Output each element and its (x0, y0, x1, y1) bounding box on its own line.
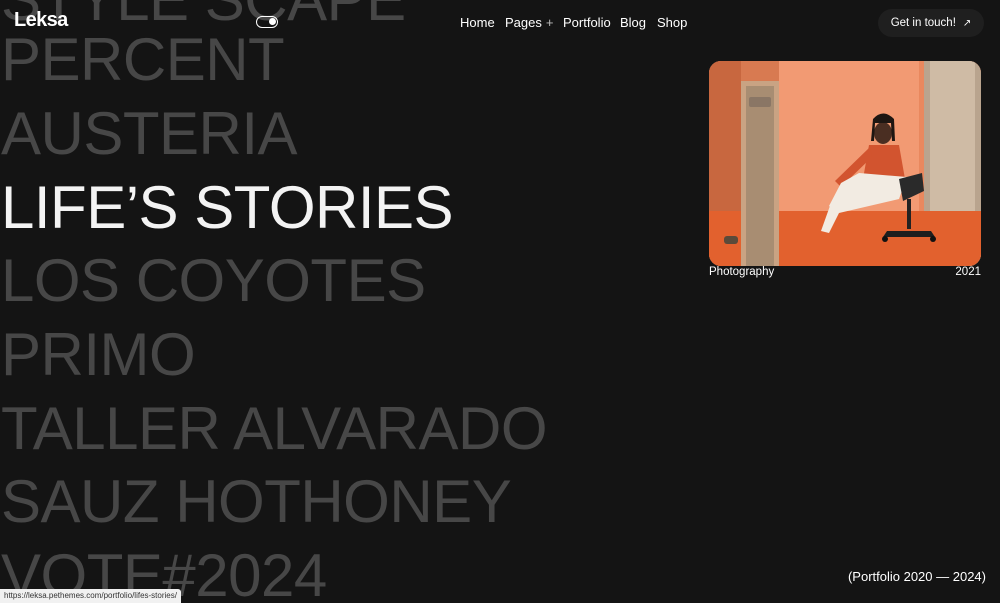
project-title-taller-alvarado[interactable]: TALLER ALVARADO (1, 399, 548, 459)
project-title-primo[interactable]: PRIMO (1, 325, 196, 385)
project-preview-image (709, 61, 981, 266)
plus-icon: + (545, 15, 554, 30)
nav-portfolio[interactable]: Portfolio (563, 15, 611, 30)
status-bar-url: https://leksa.pethemes.com/portfolio/lif… (0, 589, 181, 603)
project-preview-card[interactable] (709, 61, 981, 266)
nav-shop[interactable]: Shop (657, 15, 687, 30)
project-title-lifes-stories[interactable]: LIFE’S STORIES (1, 178, 454, 238)
project-title-austeria[interactable]: AUSTERIA (1, 104, 298, 164)
site-logo[interactable]: Leksa (14, 9, 68, 32)
portfolio-range: (Portfolio 2020 — 2024) (847, 569, 986, 584)
get-in-touch-label: Get in touch! (890, 17, 956, 29)
nav-home[interactable]: Home (460, 15, 495, 30)
nav-blog[interactable]: Blog (620, 15, 646, 30)
toggle-knob (269, 18, 276, 25)
get-in-touch-button[interactable]: Get in touch! ↗ (878, 9, 984, 37)
project-title-los-coyotes[interactable]: LOS COYOTES (1, 251, 426, 311)
project-year: 2021 (955, 266, 981, 278)
nav-pages-label: Pages (505, 15, 542, 30)
site-header: Leksa Home Pages + Portfolio Blog Shop Ge… (0, 0, 1000, 46)
theme-toggle[interactable] (256, 16, 278, 28)
project-title-sauz-hothoney[interactable]: SAUZ HOTHONEY (1, 472, 512, 532)
project-category: Photography (709, 266, 775, 278)
project-list: STYLE SCAPE PERCENT AUSTERIA LIFE’S STOR… (0, 0, 700, 603)
arrow-up-right-icon: ↗ (962, 17, 972, 29)
nav-pages[interactable]: Pages + (505, 15, 553, 30)
